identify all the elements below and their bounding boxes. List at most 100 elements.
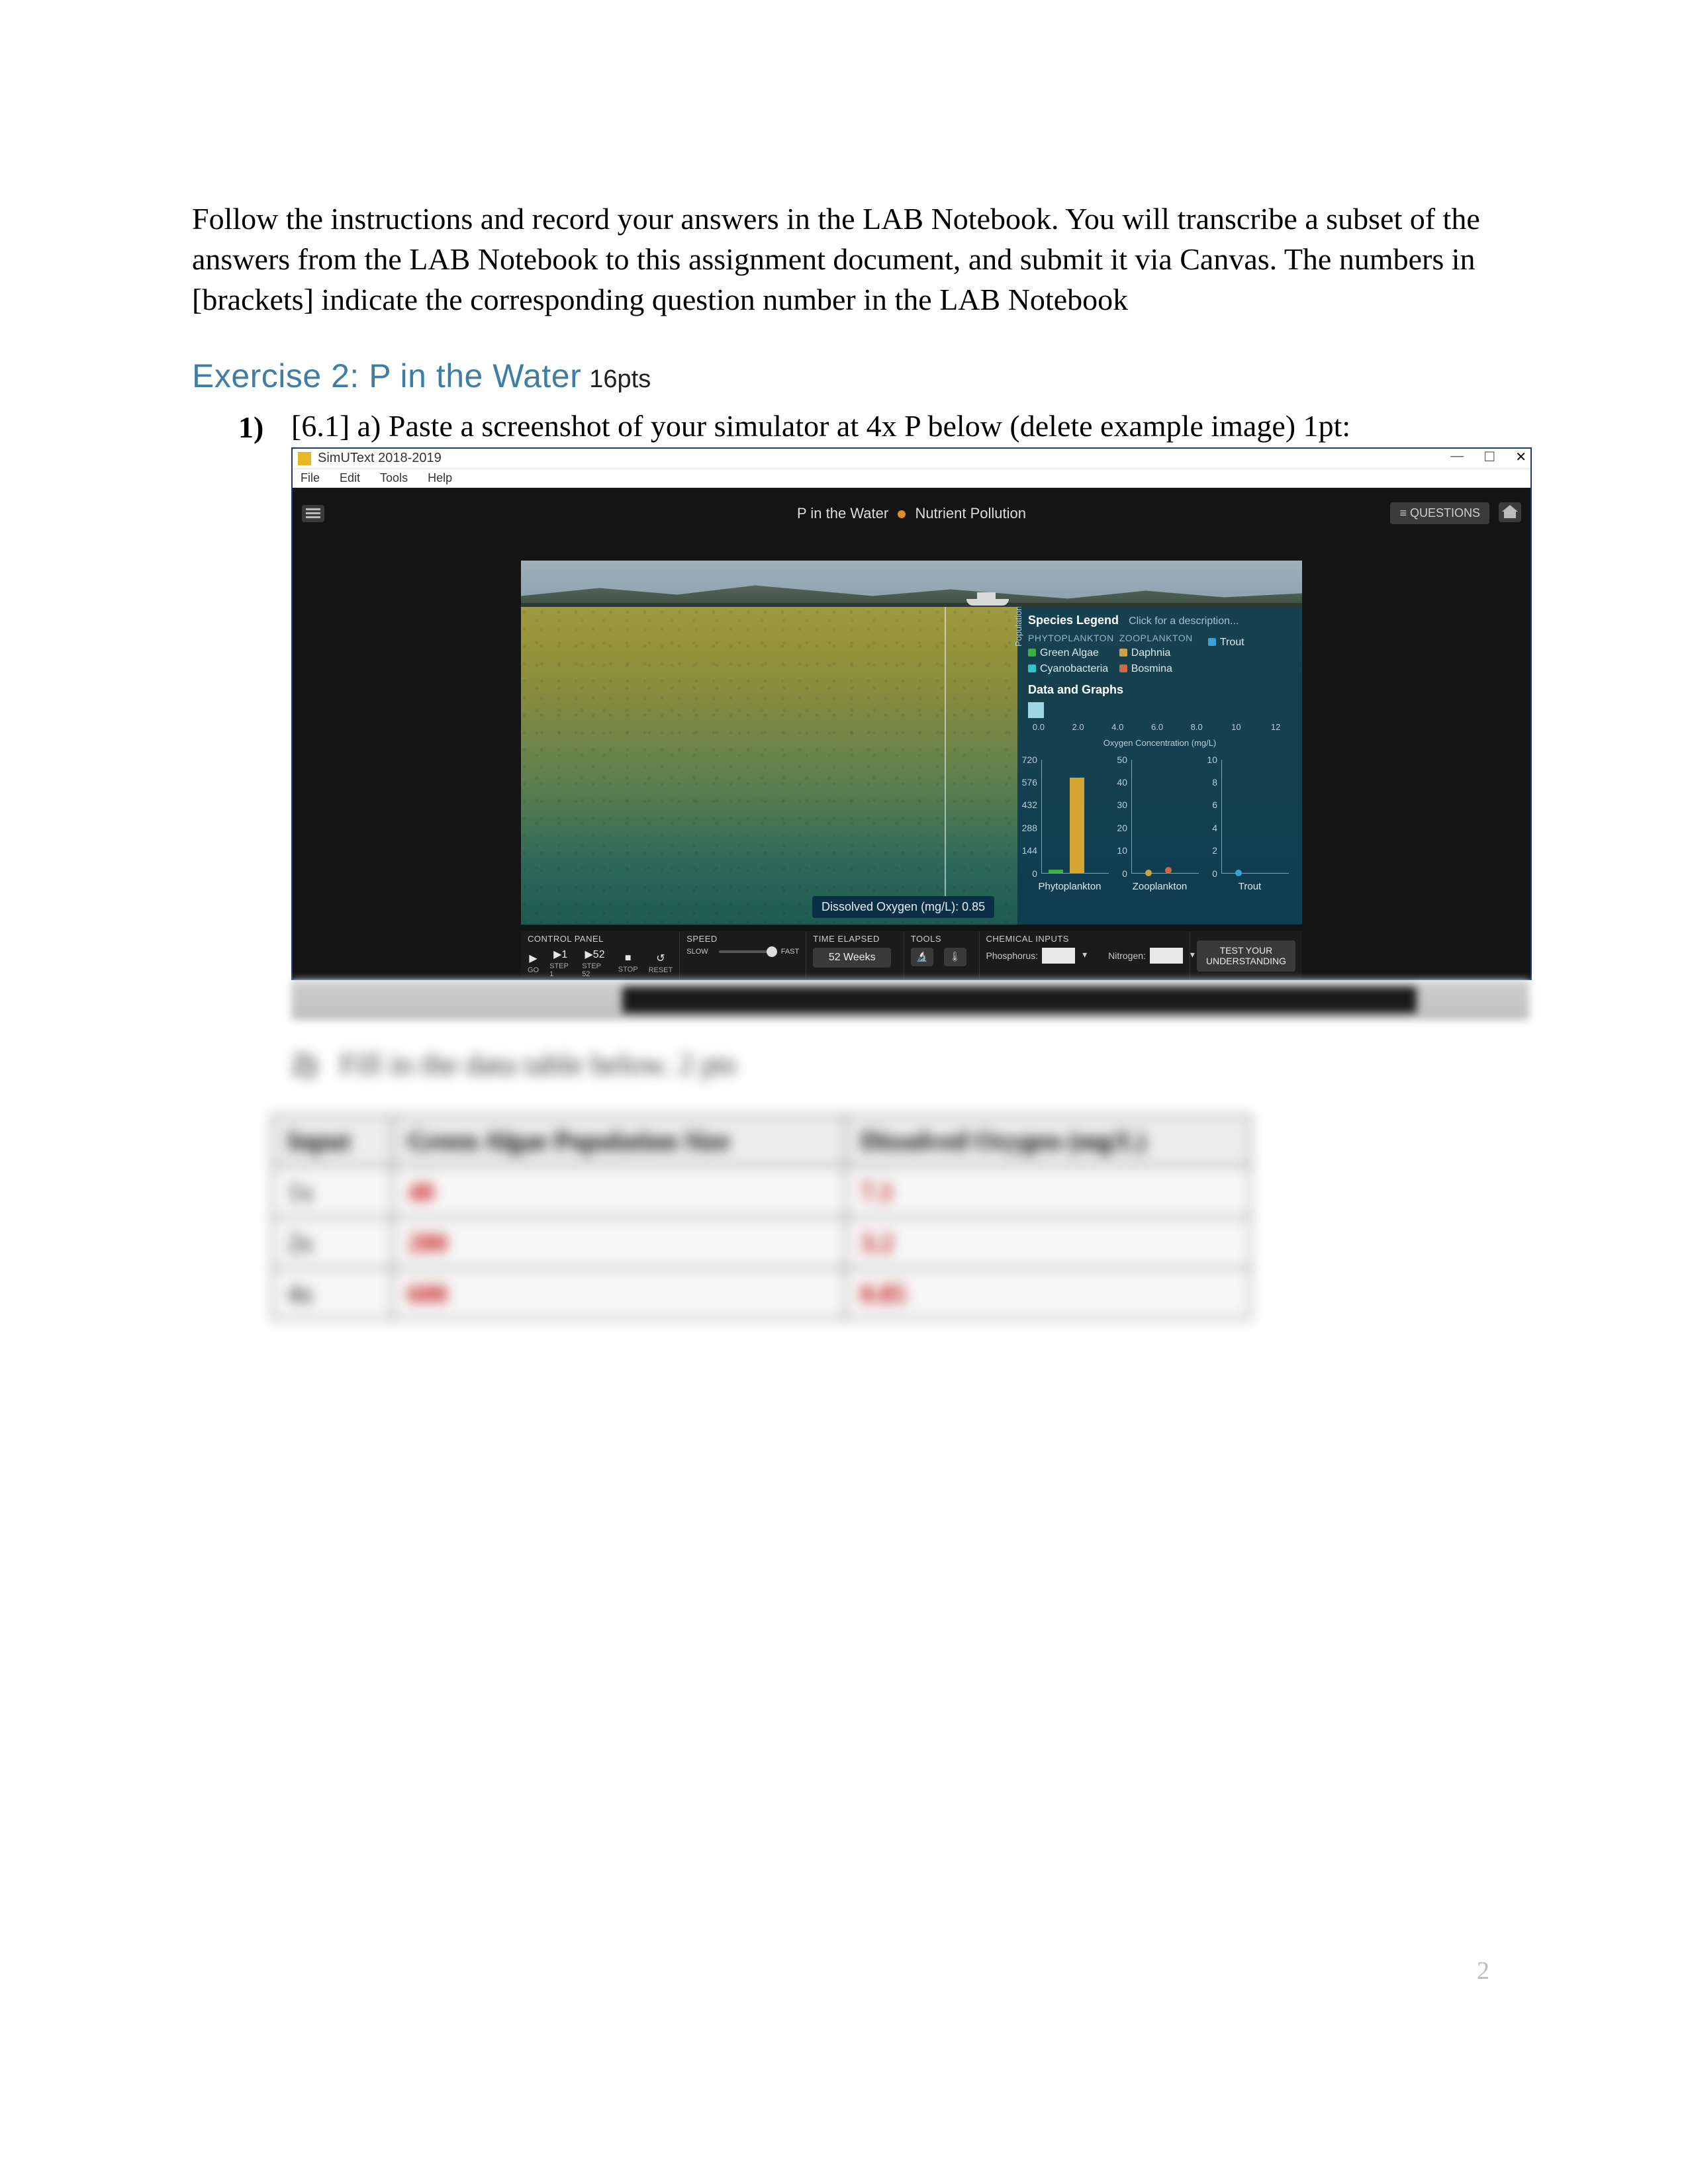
window-title: SimUText 2018-2019 xyxy=(318,451,442,466)
chart-xlabel: Trout xyxy=(1208,881,1291,892)
table-cell: 600 xyxy=(393,1268,845,1319)
os-taskbar-ghost xyxy=(291,980,1529,1020)
intro-paragraph: Follow the instructions and record your … xyxy=(192,199,1496,320)
data-table: Input Green Algae Population Size Dissol… xyxy=(271,1115,1251,1320)
legend-daphnia[interactable]: Daphnia xyxy=(1119,647,1203,659)
bar-green-algae xyxy=(1049,870,1063,873)
oxy-tick: 6.0 xyxy=(1151,722,1163,732)
y-tick: 0 xyxy=(1017,868,1037,879)
questions-button[interactable]: ≡ QUESTIONS xyxy=(1390,502,1489,524)
data-and-graphs-title: Data and Graphs xyxy=(1028,683,1291,697)
tool-thermometer-icon[interactable]: 🌡 xyxy=(944,948,966,966)
nitrogen-label: Nitrogen: xyxy=(1108,950,1146,961)
legend-trout[interactable]: Trout xyxy=(1208,637,1291,649)
control-step-1-button[interactable]: ▶1STEP 1 xyxy=(549,948,571,978)
app-icon xyxy=(298,452,311,465)
point-daphnia xyxy=(1145,870,1152,876)
control-panel-label: CONTROL PANEL xyxy=(528,934,673,944)
control-btn-label: STEP 52 xyxy=(582,962,608,978)
stage-title-left: P in the Water xyxy=(797,505,888,522)
y-tick: 0 xyxy=(1197,868,1217,879)
phosphorus-label: Phosphorus: xyxy=(986,950,1039,961)
y-tick: 6 xyxy=(1197,799,1217,810)
lake-sky xyxy=(521,561,1302,607)
maximize-button[interactable]: ☐ xyxy=(1483,449,1495,465)
exercise-title: Exercise 2: P in the Water xyxy=(192,357,581,394)
oxygen-axis-label: Oxygen Concentration (mg/L) xyxy=(1028,738,1291,748)
menu-tools[interactable]: Tools xyxy=(380,471,408,485)
bullet-icon xyxy=(898,510,906,518)
legend-title: Species Legend xyxy=(1028,614,1119,627)
nitrogen-select[interactable] xyxy=(1150,948,1183,964)
table-cell: 4x xyxy=(272,1268,393,1319)
y-tick: 288 xyxy=(1017,823,1037,833)
menu-help[interactable]: Help xyxy=(428,471,452,485)
y-tick: 10 xyxy=(1197,754,1217,765)
speed-thumb[interactable] xyxy=(767,946,777,957)
table-cell: 40 xyxy=(393,1166,845,1217)
exercise-points: 16pts xyxy=(589,365,651,393)
y-tick: 30 xyxy=(1107,799,1127,810)
legend-subtitle[interactable]: Click for a description... xyxy=(1129,615,1239,627)
test-btn-line2: UNDERSTANDING xyxy=(1206,956,1286,966)
time-elapsed-value: 52 Weeks xyxy=(813,948,891,968)
table-cell: 280 xyxy=(393,1217,845,1268)
control-btn-label: STOP xyxy=(618,966,638,974)
oxy-tick: 0.0 xyxy=(1033,722,1045,732)
population-size-ylabel: Population Size xyxy=(1013,607,1023,647)
tool-microscope-icon[interactable]: 🔬 xyxy=(911,948,933,966)
point-trout xyxy=(1235,870,1242,876)
table-cell: 2x xyxy=(272,1217,393,1268)
minimize-button[interactable]: — xyxy=(1450,449,1464,465)
legend-green-algae[interactable]: Green Algae xyxy=(1028,647,1114,659)
oxy-tick: 12 xyxy=(1271,722,1280,732)
legend-cyanobacteria[interactable]: Cyanobacteria xyxy=(1028,663,1114,675)
control-stop-button[interactable]: ■ STOP xyxy=(618,952,638,974)
blurred-preview: 2) Fill in the data table below. 2 pts I… xyxy=(192,1046,1496,1320)
legend-col-phyto: PHYTOPLANKTON xyxy=(1028,633,1114,643)
table-row: 1x407.1 xyxy=(272,1166,1250,1217)
table-cell: 3.2 xyxy=(845,1217,1250,1268)
menu-file[interactable]: File xyxy=(301,471,320,485)
control-btn-label: RESET xyxy=(649,966,673,974)
y-tick: 2 xyxy=(1197,845,1217,856)
phosphorus-select[interactable] xyxy=(1042,948,1075,964)
play-icon: ▶52 xyxy=(585,948,604,961)
dissolved-oxygen-readout: Dissolved Oxygen (mg/L): 0.85 xyxy=(812,896,994,918)
close-button[interactable]: ✕ xyxy=(1515,449,1526,465)
speed-slider[interactable] xyxy=(719,950,771,953)
question-2-number: 2) xyxy=(291,1047,316,1081)
control-step-52-button[interactable]: ▶52STEP 52 xyxy=(582,948,608,978)
table-cell: 7.1 xyxy=(845,1166,1250,1217)
y-tick: 432 xyxy=(1017,799,1037,810)
legend-col-zoo: ZOOPLANKTON xyxy=(1119,633,1203,643)
table-header-algae: Green Algae Population Size xyxy=(393,1115,845,1166)
chart-xlabel: Phytoplankton xyxy=(1028,881,1111,892)
control-reset-button[interactable]: ↺RESET xyxy=(649,952,673,974)
question-1: 1) [6.1] a) Paste a screenshot of your s… xyxy=(192,410,1496,445)
exercise-heading: Exercise 2: P in the Water 16pts xyxy=(192,357,1496,395)
menubar: File Edit Tools Help xyxy=(293,469,1530,488)
oxygen-color-swatch xyxy=(1028,702,1044,718)
speed-slow-label: SLOW xyxy=(686,948,708,956)
bar-cyanobacteria xyxy=(1070,778,1084,872)
y-tick: 20 xyxy=(1107,823,1127,833)
control-go-button[interactable]: ▶GO xyxy=(528,952,539,974)
y-tick: 144 xyxy=(1017,845,1037,856)
chemical-inputs-label: CHEMICAL INPUTS xyxy=(986,934,1183,944)
play-icon: ■ xyxy=(625,952,632,964)
y-tick: 50 xyxy=(1107,754,1127,765)
oxygen-axis: 0.0 2.0 4.0 6.0 8.0 10 12 xyxy=(1028,722,1291,737)
oxy-tick: 8.0 xyxy=(1191,722,1203,732)
oxy-tick: 10 xyxy=(1231,722,1241,732)
menu-edit[interactable]: Edit xyxy=(340,471,360,485)
y-tick: 10 xyxy=(1107,845,1127,856)
test-btn-line1: TEST YOUR xyxy=(1206,946,1286,956)
table-row: 2x2803.2 xyxy=(272,1217,1250,1268)
time-elapsed-label: TIME ELAPSED xyxy=(813,934,896,944)
play-icon: ▶1 xyxy=(553,948,567,961)
test-understanding-button[interactable]: TEST YOUR UNDERSTANDING xyxy=(1197,940,1295,972)
lake-water: Dissolved Oxygen (mg/L): 0.85 Species Le… xyxy=(521,607,1302,925)
legend-bosmina[interactable]: Bosmina xyxy=(1119,663,1203,675)
home-icon[interactable] xyxy=(1499,502,1521,522)
